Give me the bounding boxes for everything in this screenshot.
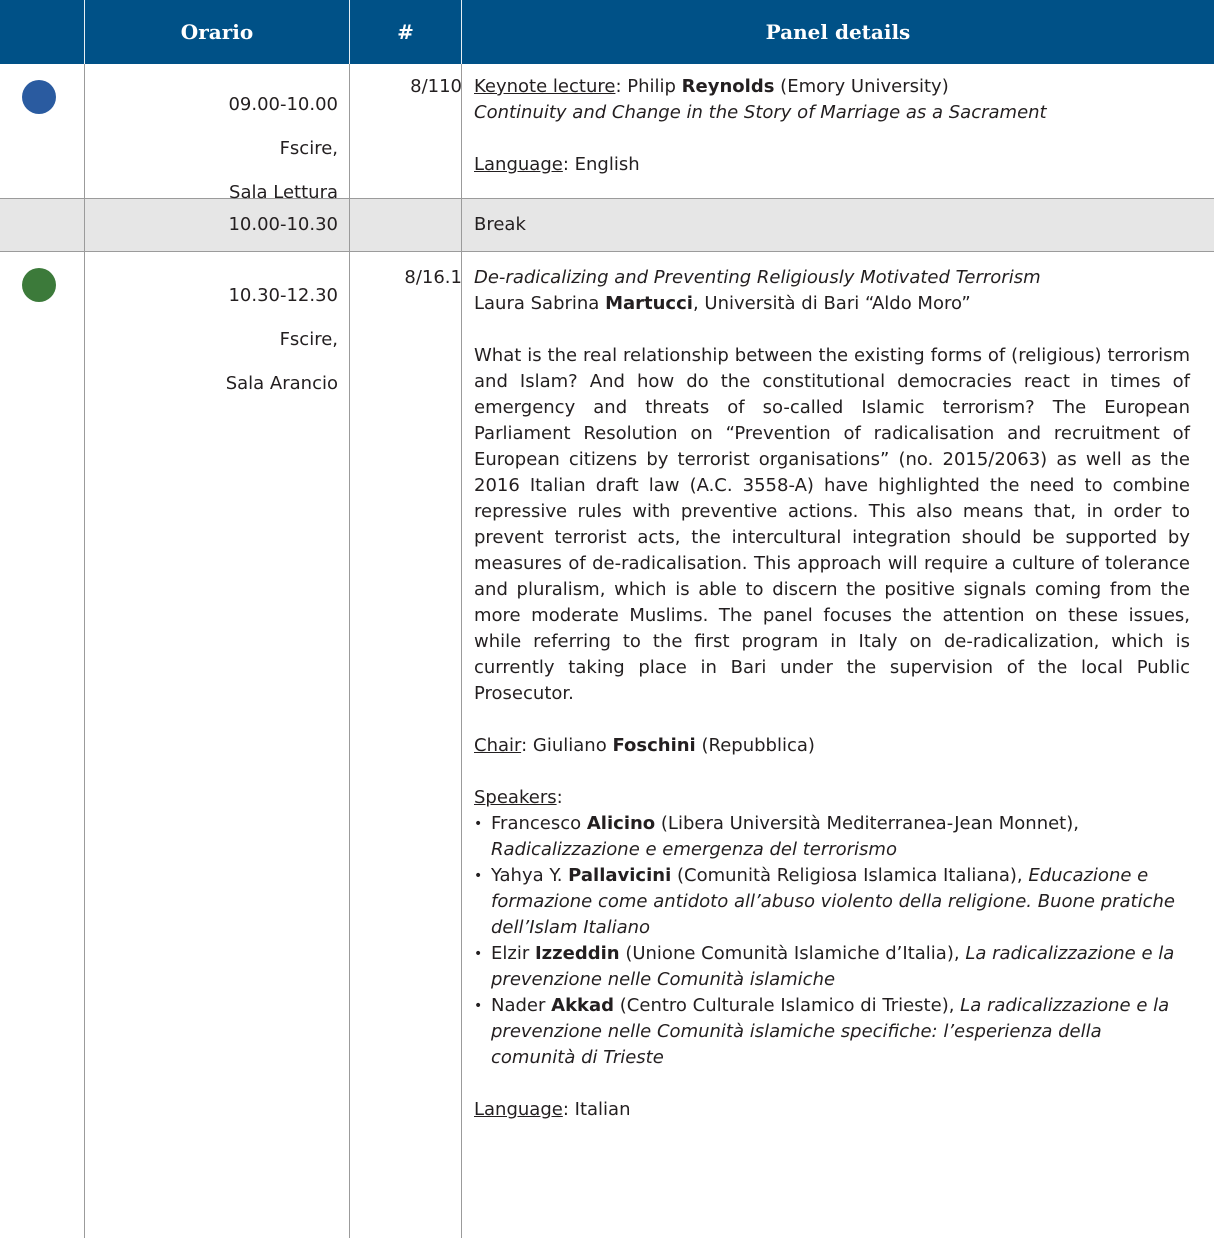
speaker-affiliation: (Comunità Religiosa Islamica Italiana), xyxy=(676,865,1023,886)
row-time: 09.00-10.00 xyxy=(228,94,338,115)
keynote-affiliation: (Emory University) xyxy=(780,76,949,97)
speaker-item: Yahya Y. Pallavicini (Comunità Religiosa… xyxy=(474,863,1190,941)
speaker-last-name: Akkad xyxy=(551,995,615,1016)
speakers-heading: Speakers: xyxy=(474,787,563,808)
keynote-label: Keynote lecture xyxy=(474,76,616,97)
language-value: English xyxy=(574,154,640,175)
column-line xyxy=(84,64,85,1238)
speaker-affiliation: (Libera Università Mediterranea-Jean Mon… xyxy=(660,813,1079,834)
column-line xyxy=(461,64,462,1238)
language-line: Language: English xyxy=(474,154,640,175)
speaker-affiliation: (Centro Culturale Islamico di Trieste), xyxy=(619,995,955,1016)
green-circle-icon xyxy=(22,268,56,302)
row-separator xyxy=(0,251,1214,252)
row-panel-number: 8/110 xyxy=(410,76,462,97)
table-header: Orario # Panel details xyxy=(0,0,1214,64)
row-venue: Fscire, xyxy=(279,329,338,350)
row-venue: Fscire, xyxy=(279,138,338,159)
speaker-first-name: Yahya Y. xyxy=(491,865,563,886)
blue-circle-icon xyxy=(22,80,56,114)
keynote-first-name: Philip xyxy=(627,76,676,97)
author-last-name: Martucci xyxy=(605,293,693,314)
keynote-title: Continuity and Change in the Story of Ma… xyxy=(474,102,1047,123)
row-time: 10.30-12.30 xyxy=(228,285,338,306)
speakers-list: Francesco Alicino (Libera Università Med… xyxy=(474,811,1190,1071)
column-line xyxy=(349,64,350,1238)
speaker-first-name: Francesco xyxy=(491,813,582,834)
chair-label: Chair xyxy=(474,735,522,756)
speaker-item: Francesco Alicino (Libera Università Med… xyxy=(474,811,1190,863)
chair-last-name: Foschini xyxy=(612,735,696,756)
speaker-last-name: Izzeddin xyxy=(534,943,620,964)
speaker-item: Elzir Izzeddin (Unione Comunità Islamich… xyxy=(474,941,1190,993)
speaker-first-name: Nader xyxy=(491,995,546,1016)
row-time-cell: 09.00-10.00 Fscire, Sala Lettura xyxy=(86,74,338,224)
keynote-line: Keynote lecture: Philip Reynolds (Emory … xyxy=(474,76,949,97)
language-label: Language xyxy=(474,154,563,175)
row-room: Sala Lettura xyxy=(229,182,338,203)
author-first-name: Laura Sabrina xyxy=(474,293,600,314)
speaker-first-name: Elzir xyxy=(491,943,530,964)
language-line: Language: Italian xyxy=(474,1099,631,1120)
chair-first-name: Giuliano xyxy=(532,735,607,756)
row-panel-number: 8/16.1 xyxy=(404,267,462,288)
break-time: 10.00-10.30 xyxy=(228,214,338,235)
panel-title: De-radicalizing and Preventing Religious… xyxy=(474,267,1041,288)
speaker-item: Nader Akkad (Centro Culturale Islamico d… xyxy=(474,993,1190,1071)
row-details: De-radicalizing and Preventing Religious… xyxy=(474,265,1190,1123)
speaker-last-name: Pallavicini xyxy=(568,865,672,886)
schedule-table: Orario # Panel details 09.00-10.00 Fscir… xyxy=(0,0,1214,1238)
speaker-affiliation: (Unione Comunità Islamiche d’Italia), xyxy=(625,943,960,964)
row-time-cell: 10.30-12.30 Fscire, Sala Arancio xyxy=(86,265,338,415)
speakers-label: Speakers xyxy=(474,787,557,808)
panel-abstract: What is the real relationship between th… xyxy=(474,345,1190,704)
chair-affiliation: (Repubblica) xyxy=(701,735,815,756)
header-number: # xyxy=(397,20,414,44)
speaker-last-name: Alicino xyxy=(586,813,656,834)
language-value: Italian xyxy=(574,1099,631,1120)
speaker-talk-title: Radicalizzazione e emergenza del terrori… xyxy=(491,839,897,860)
header-orario: Orario xyxy=(180,20,254,44)
row-room: Sala Arancio xyxy=(225,373,338,394)
chair-line: Chair: Giuliano Foschini (Repubblica) xyxy=(474,735,815,756)
panel-author-line: Laura Sabrina Martucci, Università di Ba… xyxy=(474,291,1190,317)
row-details: Keynote lecture: Philip Reynolds (Emory … xyxy=(474,74,1190,178)
keynote-last-name: Reynolds xyxy=(681,76,775,97)
break-label: Break xyxy=(474,214,526,235)
header-panel-details: Panel details xyxy=(765,20,911,44)
language-label: Language xyxy=(474,1099,563,1120)
author-affiliation: , Università di Bari “Aldo Moro” xyxy=(692,293,971,314)
